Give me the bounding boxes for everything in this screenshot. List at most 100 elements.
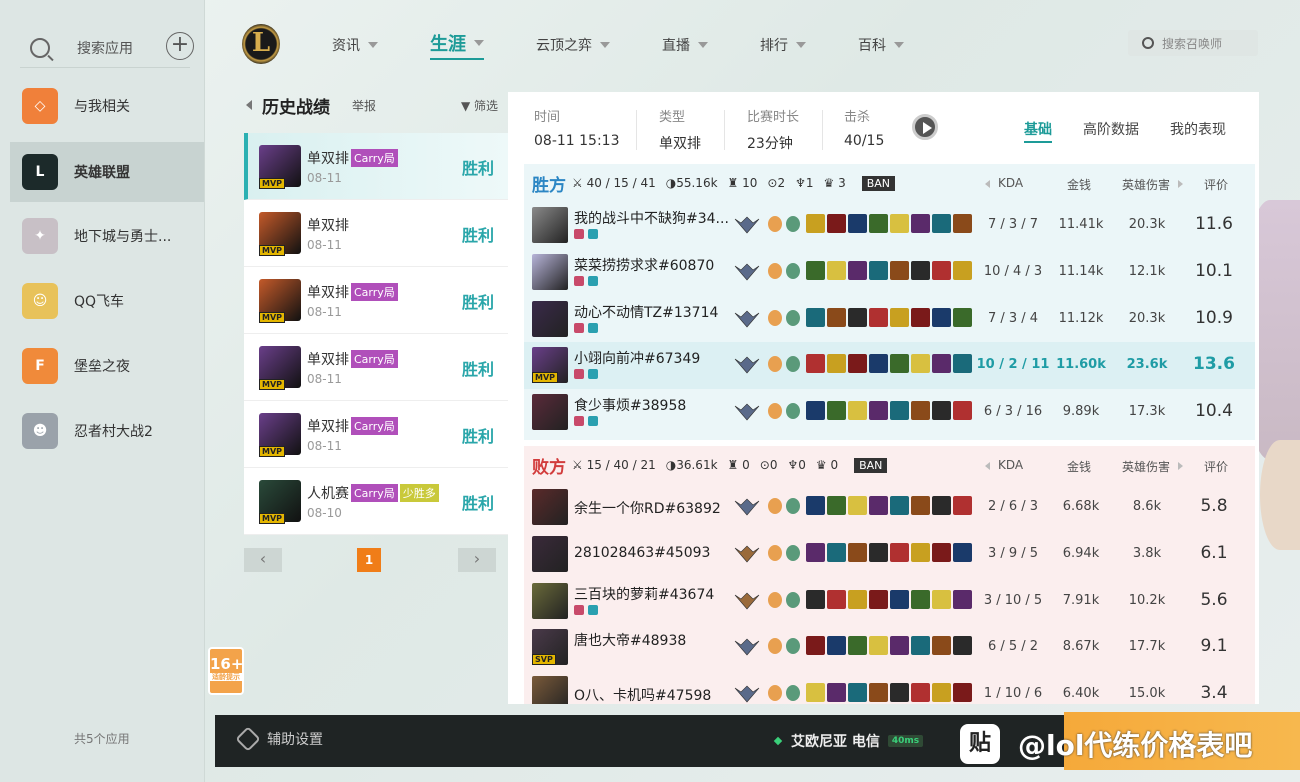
player-name[interactable]: 小翊向前冲#67349 — [574, 348, 729, 368]
app-label: 地下城与勇士... — [74, 229, 172, 245]
rank-emblem-icon — [734, 309, 760, 329]
app-search[interactable]: 搜索应用 + — [20, 28, 194, 68]
item-icon — [890, 589, 909, 609]
team-stat-value: 36.61k — [676, 458, 718, 472]
filter-button[interactable]: ▼ 筛选 — [461, 97, 502, 114]
summoner-search-input[interactable]: 搜索召唤师 — [1128, 30, 1258, 56]
player-row[interactable]: 动心不动情TZ#13714 7 / 3 / 4 11.12k 20.3k 10.9 — [524, 296, 1255, 343]
assist-settings-button[interactable]: 辅助设置 — [235, 726, 323, 752]
scroll-left-icon[interactable] — [985, 462, 990, 470]
lol-logo[interactable]: L — [242, 24, 280, 64]
history-item[interactable]: MVP 单双排 Carry局 08-11 胜利 — [244, 133, 508, 200]
tab-advanced-data[interactable]: 高阶数据 — [1083, 119, 1139, 139]
history-info: 单双排 08-11 — [307, 215, 349, 252]
player-score: 13.6 — [1193, 354, 1235, 375]
search-icon — [30, 37, 50, 58]
player-row[interactable]: SVP 唐也大帝#48938 6 / 5 / 2 8.67k 17.7k 9.1 — [524, 624, 1255, 671]
add-app-button[interactable]: + — [166, 32, 194, 60]
item-icon — [911, 542, 930, 562]
sidebar-app-item[interactable]: ✦ 地下城与勇士... — [10, 206, 204, 266]
app-label: 忍者村大战2 — [74, 424, 153, 440]
item-slots — [806, 260, 974, 280]
match-result: 胜利 — [461, 360, 494, 379]
player-kda: 6 / 3 / 16 — [983, 404, 1043, 420]
player-row[interactable]: 食少事烦#38958 6 / 3 / 16 9.89k 17.3k 10.4 — [524, 389, 1255, 436]
ban-button[interactable]: BAN — [854, 457, 888, 473]
item-icon — [890, 542, 909, 562]
rune-icon — [768, 685, 782, 702]
sidebar-app-item[interactable]: ☻ 忍者村大战2 — [10, 401, 204, 461]
nav-tab[interactable]: 百科 — [858, 35, 904, 55]
player-name[interactable]: 余生一个你RD#63892 — [574, 498, 729, 518]
rune-icon — [786, 403, 800, 420]
dragon-icon: ⊙ — [759, 458, 770, 472]
report-button[interactable]: 举报 — [352, 97, 376, 114]
history-item[interactable]: MVP 单双排 Carry局 08-11 胜利 — [244, 334, 508, 401]
match-result: 胜利 — [461, 427, 494, 446]
player-row[interactable]: 281028463#45093 3 / 9 / 5 6.94k 3.8k 6.1 — [524, 531, 1255, 578]
rune-icon — [786, 498, 800, 514]
tab-my-performance[interactable]: 我的表现 — [1170, 119, 1226, 139]
nav-tab[interactable]: 排行 — [760, 35, 806, 55]
player-name[interactable]: 食少事烦#38958 — [574, 395, 729, 415]
back-arrow-icon[interactable] — [246, 100, 252, 110]
player-row[interactable]: 我的战斗中不缺狗#34... 7 / 3 / 7 11.41k 20.3k 11.6 — [524, 202, 1255, 249]
player-row[interactable]: O八、卡机吗#47598 1 / 10 / 6 6.40k 15.0k 3.4 — [524, 671, 1255, 704]
player-tag-icon — [588, 275, 598, 286]
player-row[interactable]: 菜菜捞捞求求#60870 10 / 4 / 3 11.14k 12.1k 10.1 — [524, 249, 1255, 296]
nav-tab[interactable]: 生涯 — [430, 30, 484, 60]
rune-icon — [786, 309, 800, 326]
player-row[interactable]: 余生一个你RD#63892 2 / 6 / 3 6.68k 8.6k 5.8 — [524, 484, 1255, 531]
next-page-button[interactable]: › — [458, 548, 496, 572]
scroll-right-icon[interactable] — [1178, 180, 1183, 188]
history-item[interactable]: MVP 人机赛 Carry局 少胜多 08-10 胜利 — [244, 468, 508, 535]
sidebar-app-item[interactable]: ◇ 与我相关 — [10, 76, 204, 136]
item-icon — [827, 260, 846, 280]
history-mode: 单双排 Carry局 — [307, 416, 398, 436]
app-icon: L — [22, 154, 58, 190]
replay-play-icon[interactable] — [912, 114, 938, 140]
sidebar-app-item[interactable]: ☺ QQ飞车 — [10, 271, 204, 331]
app-search-label: 搜索应用 — [77, 40, 133, 57]
nav-tab-label: 资讯 — [332, 38, 360, 54]
nav-tab[interactable]: 云顶之弈 — [536, 35, 610, 55]
losing-team: 败方 ⚔ 15 / 40 / 21 ◑36.61k ♜ 0 ⊙0 ♆0 ♛ 0 BAN KDA 金… — [524, 446, 1255, 704]
sidebar-app-item[interactable]: L 英雄联盟 — [10, 142, 204, 202]
scroll-right-icon[interactable] — [1178, 462, 1183, 470]
history-date: 08-11 — [307, 438, 342, 453]
player-name[interactable]: 菜菜捞捞求求#60870 — [574, 255, 729, 275]
prev-page-button[interactable]: ‹ — [244, 548, 282, 572]
player-gold: 11.12k — [1058, 310, 1104, 326]
player-name[interactable]: 我的战斗中不缺狗#34... — [574, 208, 729, 228]
rank-emblem-icon — [734, 637, 760, 657]
player-name[interactable]: 281028463#45093 — [574, 545, 729, 561]
tab-basic[interactable]: 基础 — [1024, 119, 1052, 143]
server-status[interactable]: 艾欧尼亚 电信 40ms — [773, 731, 924, 751]
column-header-dmg: 英雄伤害 — [1122, 460, 1171, 474]
player-row[interactable]: 三百块的萝莉#43674 3 / 10 / 5 7.91k 10.2k 5.6 — [524, 578, 1255, 625]
player-row[interactable]: MVP 小翊向前冲#67349 10 / 2 / 11 11.60k 23.6k 13.6 — [524, 342, 1255, 390]
nav-tab[interactable]: 资讯 — [332, 35, 378, 55]
player-name[interactable]: O八、卡机吗#47598 — [574, 685, 729, 704]
scroll-left-icon[interactable] — [985, 180, 990, 188]
player-dmg: 8.6k — [1132, 499, 1162, 514]
player-name[interactable]: 三百块的萝莉#43674 — [574, 584, 729, 604]
nav-tab[interactable]: 直播 — [662, 35, 708, 55]
sidebar-app-item[interactable]: F 堡垒之夜 — [10, 336, 204, 396]
ban-button[interactable]: BAN — [861, 175, 896, 191]
item-icon — [848, 542, 867, 562]
history-item[interactable]: MVP 单双排 Carry局 08-11 胜利 — [244, 267, 508, 334]
history-item[interactable]: MVP 单双排 Carry局 08-11 胜利 — [244, 401, 508, 468]
player-name[interactable]: 唐也大帝#48938 — [574, 630, 729, 650]
team-stat: ◑55.16k — [666, 176, 718, 190]
history-item[interactable]: MVP 单双排 08-11 胜利 — [244, 200, 508, 267]
player-tag-icon — [574, 275, 584, 286]
app-icon: ✦ — [22, 218, 58, 254]
item-icon — [848, 496, 867, 515]
player-name[interactable]: 动心不动情TZ#13714 — [574, 302, 729, 322]
team-name: 胜方 — [532, 175, 566, 196]
rune-icon — [786, 591, 800, 608]
page-number[interactable]: 1 — [357, 548, 381, 572]
team-stat-value: 55.16k — [676, 176, 718, 190]
chevron-down-icon — [600, 42, 610, 48]
